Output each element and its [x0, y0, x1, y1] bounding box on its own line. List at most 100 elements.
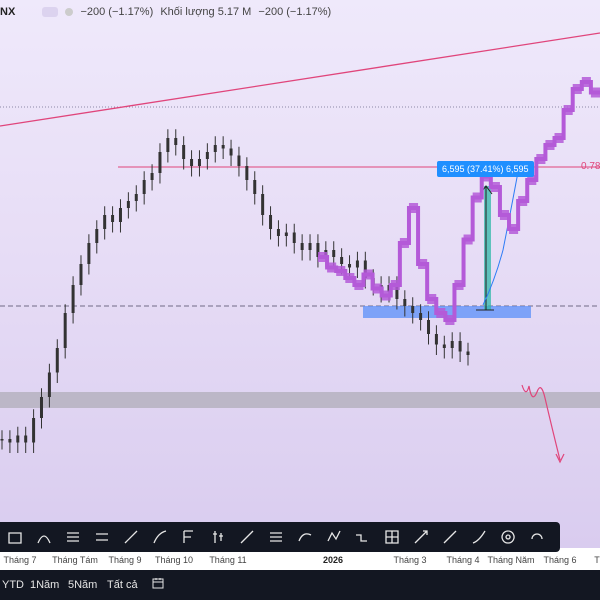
long-position-tool-button[interactable] — [377, 522, 406, 552]
pattern-icon — [326, 530, 341, 542]
candle-body — [32, 418, 36, 443]
candle-body — [174, 138, 178, 145]
candle-body — [458, 341, 462, 352]
channel-tool-button[interactable] — [87, 522, 116, 552]
candle-body — [24, 435, 28, 443]
candle-body — [55, 348, 59, 373]
candle-body — [87, 243, 91, 264]
candle-body — [166, 138, 170, 152]
candle-body — [79, 264, 83, 285]
range-all[interactable]: Tất cả — [107, 579, 138, 591]
lines-icon — [269, 532, 282, 542]
candle-body — [237, 155, 241, 166]
candle-body — [427, 320, 431, 334]
candle-tool-button[interactable] — [203, 522, 232, 552]
candle-body — [63, 313, 67, 348]
candle-body — [403, 299, 407, 306]
brush2-icon — [472, 530, 486, 544]
x-tick-label: Tháng Tám — [52, 555, 98, 565]
candle-body — [71, 285, 75, 313]
chart-svg[interactable] — [0, 0, 600, 548]
candle-body — [229, 148, 233, 156]
range-5y[interactable]: 5Năm — [68, 579, 97, 591]
x-axis: Tháng 7 Tháng Tám Tháng 9 Tháng 10 Tháng 11 2… — [0, 552, 600, 570]
projection-bars-layer — [318, 77, 600, 325]
candle-body — [261, 194, 265, 215]
candle-body — [348, 264, 352, 268]
fib-tool-button[interactable] — [174, 522, 203, 552]
elliott-icon — [355, 534, 367, 542]
chart-header: NX −200 (−1.17%) Khối lượng 5.17 M −200 … — [0, 6, 335, 20]
pitchfork-icon — [66, 532, 79, 542]
measure-tool-button[interactable] — [406, 522, 435, 552]
volume-label: Khối lượng — [160, 6, 215, 18]
candle-body — [134, 194, 138, 201]
brush-icon — [124, 530, 137, 544]
candle-body — [0, 439, 4, 441]
lines-tool-button[interactable] — [261, 522, 290, 552]
volume-value: 5.17 M — [217, 6, 252, 18]
candle-body — [197, 159, 201, 166]
change-text: −200 (−1.17%) — [80, 6, 154, 18]
path-tool-button[interactable] — [145, 522, 174, 552]
pitchfork-tool-button[interactable] — [58, 522, 87, 552]
elliott-tool-button[interactable] — [348, 522, 377, 552]
symbol-tail[interactable]: NX — [0, 6, 15, 18]
candle-body — [332, 250, 336, 257]
candle-body — [213, 145, 217, 152]
x-tick-label: 2026 — [322, 555, 344, 565]
arrow-tool-button[interactable] — [435, 522, 464, 552]
x-tick-label: T — [594, 555, 600, 565]
candle-body — [466, 351, 470, 355]
candle-body — [300, 243, 304, 250]
measure-column[interactable] — [484, 186, 491, 310]
fib-icon — [182, 530, 193, 543]
forecast-tool-button[interactable] — [290, 522, 319, 552]
candle-body — [340, 257, 344, 264]
candle-icon — [212, 531, 223, 543]
eye-toggle-icon[interactable] — [42, 7, 59, 18]
channel-icon — [95, 533, 108, 541]
x-tick-label: Tháng Năm — [487, 555, 535, 565]
rising-trendline[interactable] — [0, 32, 600, 127]
x-tick-label: Tháng 7 — [3, 555, 37, 565]
x-tick-label: Tháng 6 — [543, 555, 577, 565]
candle-body — [39, 397, 43, 418]
candle-body — [355, 260, 359, 268]
candle-body — [103, 215, 107, 229]
chart-area[interactable]: NX −200 (−1.17%) Khối lượng 5.17 M −200 … — [0, 0, 600, 548]
candle-body — [205, 152, 209, 159]
eye-tool-button[interactable] — [493, 522, 522, 552]
candle-body — [95, 229, 99, 243]
candle-body — [434, 334, 438, 345]
segment-tool-button[interactable] — [232, 522, 261, 552]
projection-step-line[interactable] — [318, 80, 600, 322]
range-1y[interactable]: 1Năm — [30, 579, 59, 591]
gray-zone[interactable] — [0, 392, 600, 408]
eye-icon — [500, 530, 515, 544]
brush-tool-button[interactable] — [116, 522, 145, 552]
candle-body — [269, 215, 273, 229]
curve-tool-button[interactable] — [29, 522, 58, 552]
rectangle-icon — [7, 532, 22, 544]
candle-body — [442, 344, 446, 348]
x-tick-label: Tháng 10 — [154, 555, 194, 565]
measure-icon — [414, 530, 428, 544]
range-ytd[interactable]: YTD — [2, 579, 24, 591]
measure-label[interactable]: 6,595 (37.41%) 6,595 — [437, 161, 534, 177]
candle-body — [190, 159, 194, 166]
candle-body — [118, 208, 122, 222]
brush2-tool-button[interactable] — [464, 522, 493, 552]
rectangle-tool-button[interactable] — [0, 522, 29, 552]
pattern-tool-button[interactable] — [319, 522, 348, 552]
candle-body — [47, 372, 51, 397]
candle-body — [276, 229, 280, 236]
candle-body — [450, 341, 454, 348]
candle-body — [182, 145, 186, 159]
magnet-tool-button[interactable] — [522, 522, 551, 552]
candle-body — [126, 201, 130, 208]
measure-label-text: 6,595 (37.41%) 6,595 — [442, 164, 529, 174]
candle-body — [150, 173, 154, 180]
arrow-icon — [443, 530, 456, 544]
calendar-icon[interactable] — [152, 577, 164, 589]
